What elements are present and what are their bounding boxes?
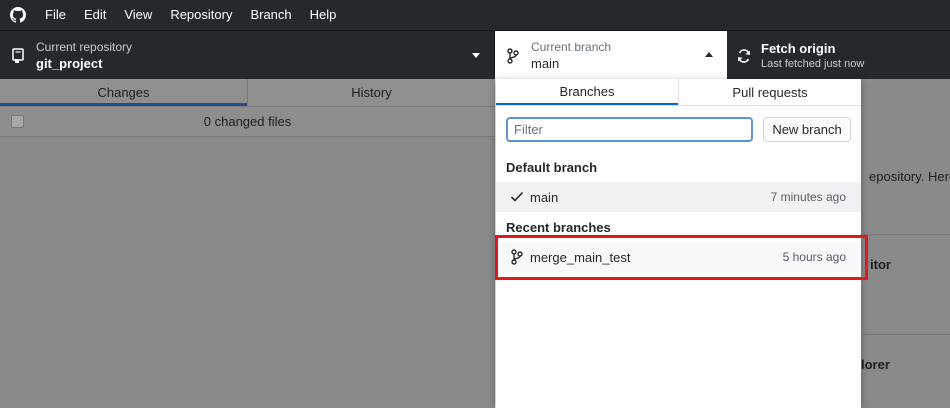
menu-view[interactable]: View <box>115 0 161 30</box>
right-pane-editor-label: itor <box>870 257 891 272</box>
changes-pane: Changes History 0 changed files <box>0 79 495 408</box>
current-repository-label: Current repository <box>36 39 133 54</box>
git-branch-icon <box>495 47 531 64</box>
divider <box>861 234 950 235</box>
last-fetched-text: Last fetched just now <box>761 57 865 70</box>
current-repository-value: git_project <box>36 55 103 71</box>
repo-icon <box>0 47 36 64</box>
current-branch-value: main <box>531 55 560 71</box>
default-branch-heading: Default branch <box>506 160 598 175</box>
highlight-box <box>495 235 868 280</box>
changed-files-count: 0 changed files <box>203 114 292 129</box>
tab-branches[interactable]: Branches <box>496 79 678 105</box>
changes-header: 0 changed files <box>0 107 495 137</box>
tab-pull-requests[interactable]: Pull requests <box>678 79 861 105</box>
menu-file[interactable]: File <box>36 0 75 30</box>
menu-help[interactable]: Help <box>301 0 346 30</box>
toolbar: Current repository git_project Current b… <box>0 30 950 80</box>
divider <box>861 334 950 335</box>
tab-history[interactable]: History <box>247 79 495 106</box>
branch-time: 7 minutes ago <box>770 190 846 204</box>
current-branch-button[interactable]: Current branch main <box>495 31 727 80</box>
current-repository-button[interactable]: Current repository git_project <box>0 31 495 80</box>
right-pane-text: epository. Here a <box>869 169 950 184</box>
right-pane: epository. Here a itor lorer <box>861 79 950 408</box>
branch-filter-input[interactable] <box>506 117 753 142</box>
fetch-origin-label: Fetch origin <box>761 40 836 56</box>
recent-branches-heading: Recent branches <box>506 220 611 235</box>
branch-item-main[interactable]: main 7 minutes ago <box>496 182 861 212</box>
new-branch-button[interactable]: New branch <box>763 117 851 142</box>
menu-bar: File Edit View Repository Branch Help <box>0 0 950 30</box>
menu-repository[interactable]: Repository <box>161 0 241 30</box>
chevron-down-icon <box>472 53 480 58</box>
select-all-checkbox[interactable] <box>11 115 24 128</box>
menu-branch[interactable]: Branch <box>241 0 300 30</box>
popover-tabs: Branches Pull requests <box>496 79 861 106</box>
branch-name: main <box>530 189 559 205</box>
github-logo-icon <box>0 0 36 30</box>
check-icon <box>504 191 530 203</box>
menu-edit[interactable]: Edit <box>75 0 115 30</box>
right-pane-explorer-label: lorer <box>861 357 890 372</box>
left-tabs: Changes History <box>0 79 495 107</box>
fetch-origin-button[interactable]: Fetch origin Last fetched just now <box>727 31 950 80</box>
filter-row: New branch <box>496 106 861 154</box>
chevron-up-icon <box>705 52 713 57</box>
sync-icon <box>727 48 761 64</box>
tab-changes[interactable]: Changes <box>0 79 247 106</box>
current-branch-label: Current branch <box>531 39 612 54</box>
